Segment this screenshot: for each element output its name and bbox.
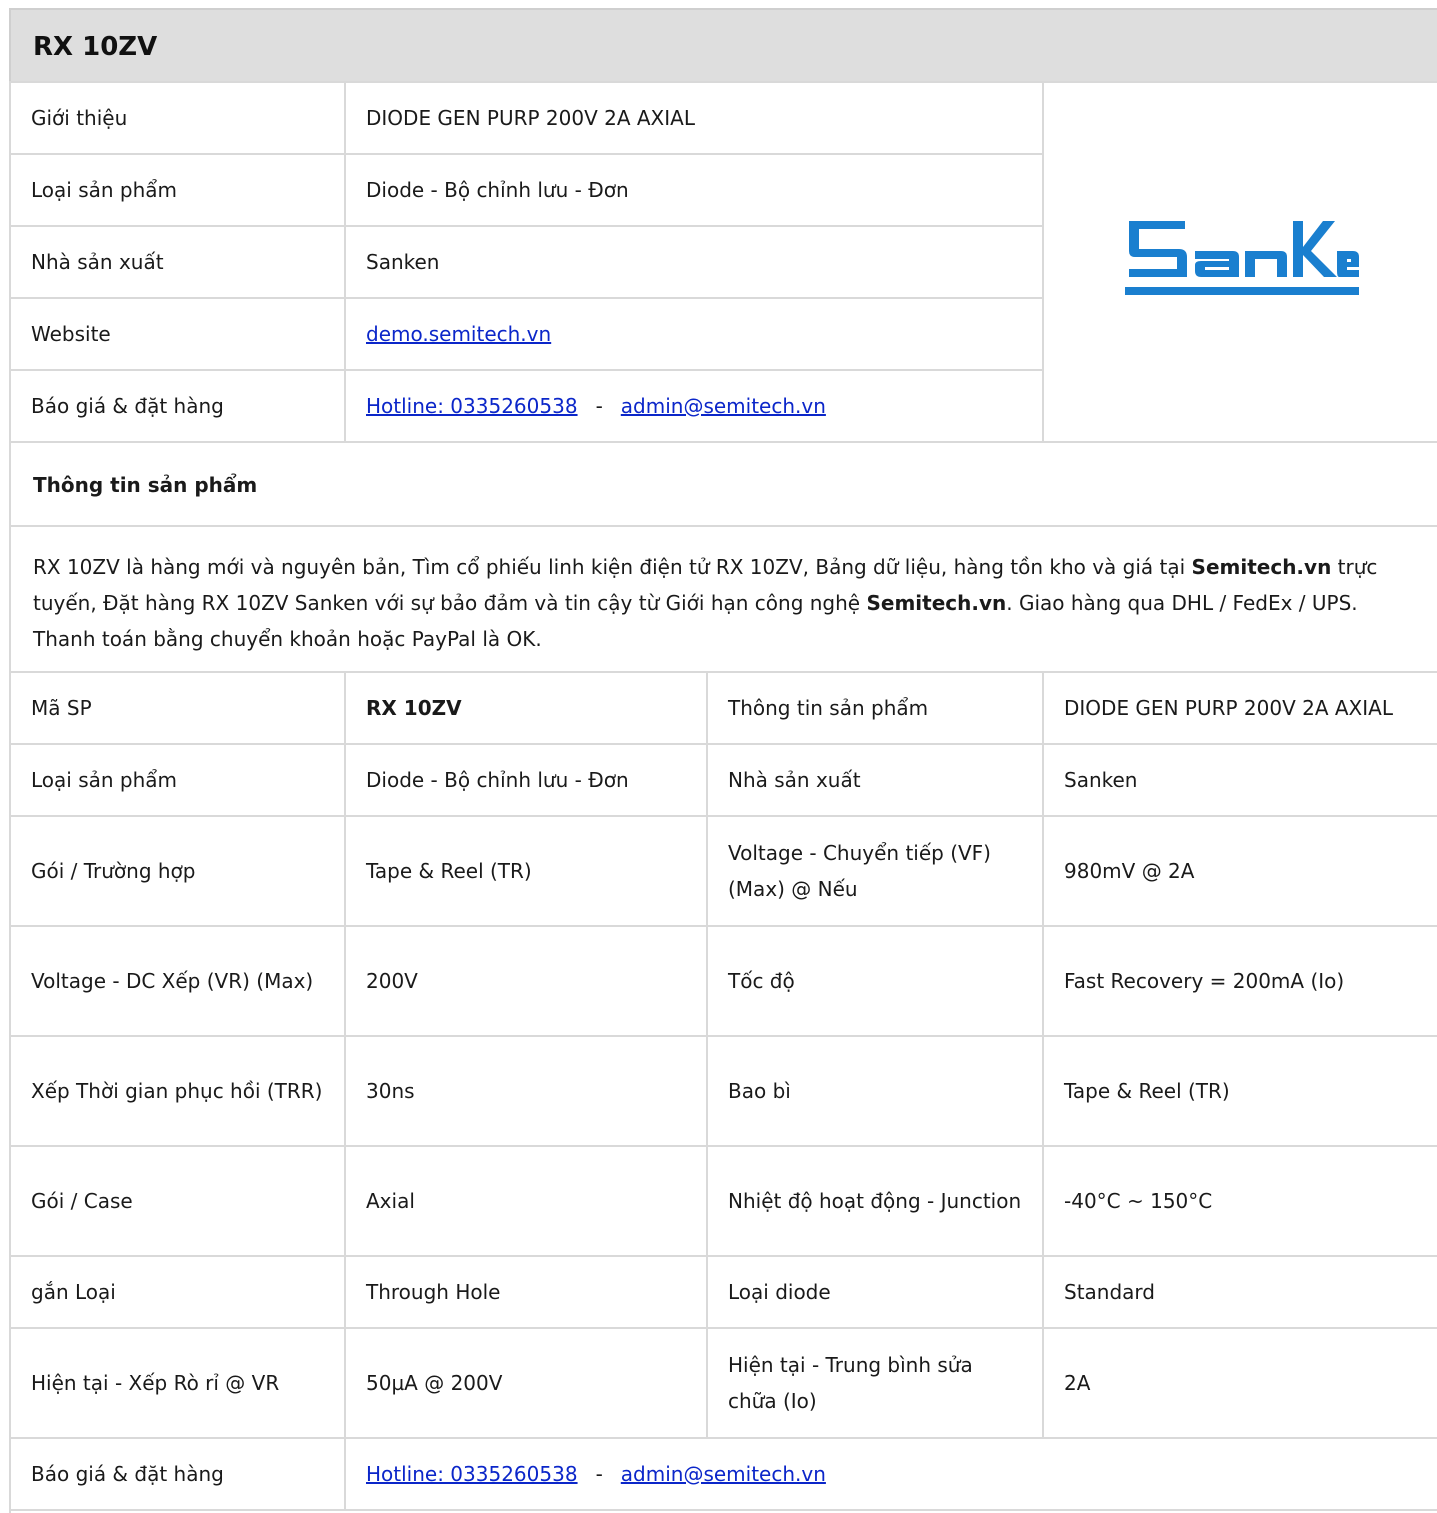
spec-label: gắn Loại — [9, 1255, 346, 1329]
footer-hotline-link[interactable]: Hotline: 0335260538 — [366, 1462, 578, 1486]
spec-row: Hiện tại - Xếp Rò rỉ @ VR 50µA @ 200V Hi… — [9, 1327, 1437, 1439]
spec-row: Voltage - DC Xếp (VR) (Max) 200V Tốc độ … — [9, 925, 1437, 1037]
spec-value: Tape & Reel (TR) — [1042, 1035, 1437, 1147]
footer-order-label: Báo giá & đặt hàng — [9, 1437, 346, 1511]
footer-separator: - — [595, 1462, 603, 1486]
spec-value: Diode - Bộ chỉnh lưu - Đơn — [344, 743, 708, 817]
intro-label: Giới thiệu — [9, 81, 346, 155]
spec-row: Mã SP RX 10ZV Thông tin sản phẩm DIODE G… — [9, 671, 1437, 745]
spec-row: Xếp Thời gian phục hồi (TRR) 30ns Bao bì… — [9, 1035, 1437, 1147]
email-link[interactable]: admin@semitech.vn — [621, 394, 826, 418]
spec-label: Gói / Case — [9, 1145, 346, 1257]
spec-label: Tốc độ — [706, 925, 1044, 1037]
spec-label: Mã SP — [9, 671, 346, 745]
spec-label: Xếp Thời gian phục hồi (TRR) — [9, 1035, 346, 1147]
website-link[interactable]: demo.semitech.vn — [366, 322, 551, 346]
spec-label: Loại sản phẩm — [9, 743, 346, 817]
type-value: Diode - Bộ chỉnh lưu - Đơn — [344, 153, 1044, 227]
product-description: RX 10ZV là hàng mới và nguyên bản, Tìm c… — [9, 525, 1437, 673]
spec-value: Standard — [1042, 1255, 1437, 1329]
spec-value: -40°C ~ 150°C — [1042, 1145, 1437, 1257]
spec-label: Nhà sản xuất — [706, 743, 1044, 817]
spec-value: 2A — [1042, 1327, 1437, 1439]
spec-label: Hiện tại - Trung bình sửa chữa (Io) — [706, 1327, 1044, 1439]
spec-row: Gói / Trường hợp Tape & Reel (TR) Voltag… — [9, 815, 1437, 927]
spec-label: Voltage - DC Xếp (VR) (Max) — [9, 925, 346, 1037]
spec-value: Tape & Reel (TR) — [344, 815, 708, 927]
desc-bold-1: Semitech.vn — [1191, 555, 1332, 579]
website-label: Website — [9, 297, 346, 371]
spec-label: Loại diode — [706, 1255, 1044, 1329]
order-cell: Hotline: 0335260538- admin@semitech.vn — [344, 369, 1044, 443]
spec-label: Nhiệt độ hoạt động - Junction — [706, 1145, 1044, 1257]
section-heading-text: Thông tin sản phẩm — [33, 473, 258, 497]
spec-value: 30ns — [344, 1035, 708, 1147]
title-bar: RX 10ZV — [9, 8, 1437, 83]
spec-label: Gói / Trường hợp — [9, 815, 346, 927]
spec-value: Sanken — [1042, 743, 1437, 817]
spec-value: 200V — [344, 925, 708, 1037]
product-info-heading: Thông tin sản phẩm — [9, 451, 1437, 527]
spec-label: Hiện tại - Xếp Rò rỉ @ VR — [9, 1327, 346, 1439]
page-title: RX 10ZV — [33, 32, 158, 62]
spec-value: 50µA @ 200V — [344, 1327, 708, 1439]
order-label: Báo giá & đặt hàng — [9, 369, 346, 443]
maker-value: Sanken — [344, 225, 1044, 299]
spec-order-row: Báo giá & đặt hàng Hotline: 0335260538- a… — [9, 1437, 1437, 1511]
order-separator: - — [595, 394, 603, 418]
footer-email-link[interactable]: admin@semitech.vn — [621, 1462, 826, 1486]
desc-text-1: RX 10ZV là hàng mới và nguyên bản, Tìm c… — [33, 555, 1192, 579]
manufacturer-logo-cell — [1042, 81, 1437, 443]
spec-label: Bao bì — [706, 1035, 1044, 1147]
spec-row: gắn Loại Through Hole Loại diode Standar… — [9, 1255, 1437, 1329]
info-table: Giới thiệu DIODE GEN PURP 200V 2A AXIAL — [9, 81, 1437, 443]
spec-value: RX 10ZV — [344, 671, 708, 745]
footer-order-cell: Hotline: 0335260538- admin@semitech.vn — [344, 1437, 1437, 1511]
spec-value: Through Hole — [344, 1255, 708, 1329]
desc-bold-2: Semitech.vn — [866, 591, 1007, 615]
info-row-intro: Giới thiệu DIODE GEN PURP 200V 2A AXIAL — [9, 81, 1437, 443]
spec-table: Mã SP RX 10ZV Thông tin sản phẩm DIODE G… — [9, 671, 1437, 1511]
hotline-link[interactable]: Hotline: 0335260538 — [366, 394, 578, 418]
spec-label: Thông tin sản phẩm — [706, 671, 1044, 745]
spec-value: Axial — [344, 1145, 708, 1257]
maker-label: Nhà sản xuất — [9, 225, 346, 299]
type-label: Loại sản phẩm — [9, 153, 346, 227]
spec-row: Gói / Case Axial Nhiệt độ hoạt động - Ju… — [9, 1145, 1437, 1257]
spec-value: Fast Recovery = 200mA (Io) — [1042, 925, 1437, 1037]
website-cell: demo.semitech.vn — [344, 297, 1044, 371]
sanken-logo — [1124, 220, 1359, 295]
spec-value: DIODE GEN PURP 200V 2A AXIAL — [1042, 671, 1437, 745]
spec-label: Voltage - Chuyển tiếp (VF) (Max) @ Nếu — [706, 815, 1044, 927]
intro-value: DIODE GEN PURP 200V 2A AXIAL — [344, 81, 1044, 155]
spec-value: 980mV @ 2A — [1042, 815, 1437, 927]
spec-row: Loại sản phẩm Diode - Bộ chỉnh lưu - Đơn… — [9, 743, 1437, 817]
